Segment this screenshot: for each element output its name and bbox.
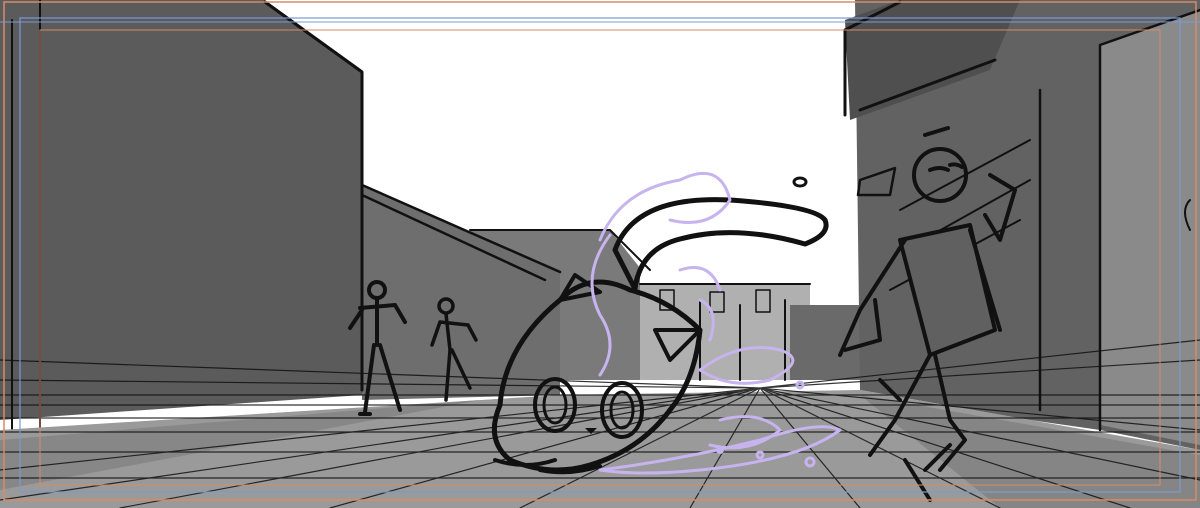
right-building [843, 0, 1200, 450]
storyboard-canvas [0, 0, 1200, 508]
